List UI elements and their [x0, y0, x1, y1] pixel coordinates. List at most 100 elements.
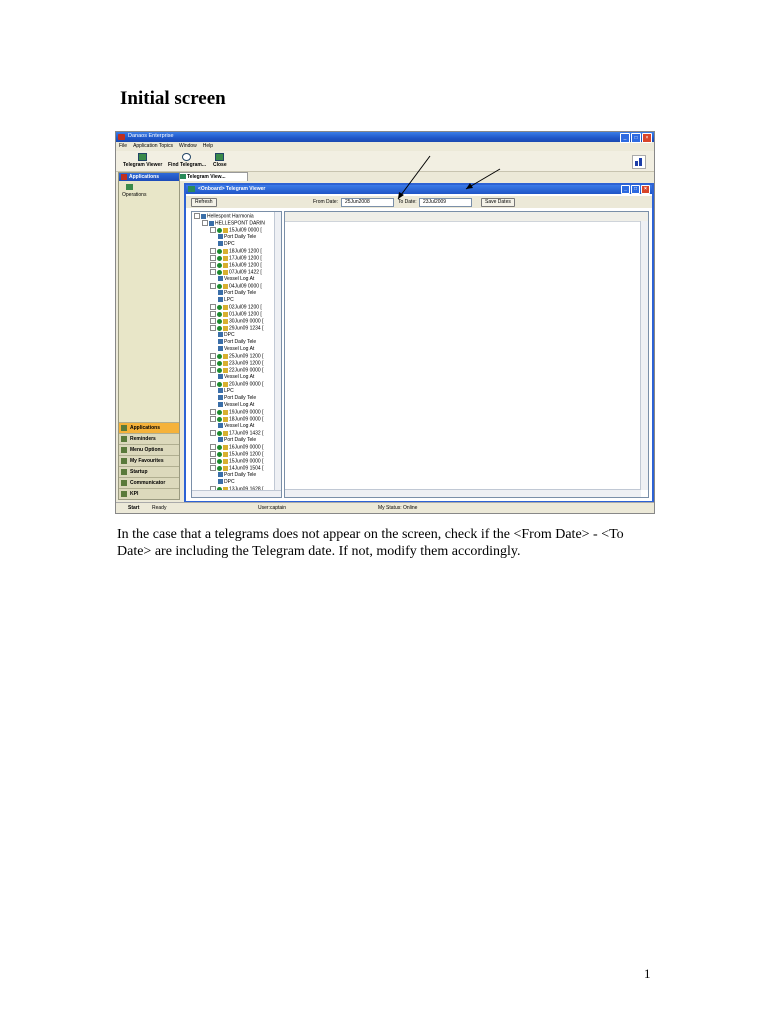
save-dates-button[interactable]: Save Dates — [481, 198, 515, 207]
tree-node[interactable]: Port Daily Tele — [218, 234, 256, 241]
tree-node[interactable]: 18Jul09 1200 [ — [210, 248, 262, 255]
minimize-button[interactable]: _ — [620, 133, 630, 143]
nav-communicator[interactable]: Communicator — [119, 477, 179, 488]
tree-node[interactable]: Port Daily Tele — [218, 290, 256, 297]
telegram-type-icon — [223, 304, 228, 310]
tree-node[interactable]: 15Jun09 1200 [ — [210, 451, 263, 458]
close-button[interactable]: × — [642, 133, 652, 143]
tree-node[interactable]: Vessel Log At — [218, 346, 254, 353]
tree-node[interactable]: Port Daily Tele — [218, 339, 256, 346]
tree-node[interactable]: 14Jun09 1504 [ — [210, 465, 263, 472]
tree-node[interactable]: Port Daily Tele — [218, 472, 256, 479]
expand-toggle-icon[interactable] — [194, 213, 200, 219]
expand-toggle-icon[interactable] — [210, 255, 216, 261]
expand-toggle-icon[interactable] — [210, 227, 216, 233]
viewer-vertical-scrollbar[interactable] — [640, 221, 648, 490]
tree-node[interactable]: Port Daily Tele — [218, 437, 256, 444]
tree-node[interactable]: 16Jun09 0000 [ — [210, 444, 263, 451]
to-date-field[interactable]: 23Jul2009 — [419, 198, 472, 207]
tree-node[interactable]: 16Jul09 1200 [ — [210, 262, 262, 269]
operations-item[interactable]: Operations — [122, 184, 146, 198]
nav-kpi[interactable]: KPI — [119, 488, 179, 499]
check-status-icon — [217, 311, 222, 317]
viewer-close-button[interactable]: × — [641, 185, 650, 194]
tree-node[interactable]: 01Jul09 1200 [ — [210, 311, 262, 318]
tree-node[interactable]: 30Jun09 0000 [ — [210, 318, 263, 325]
nav-my-favourites[interactable]: My Favourites — [119, 455, 179, 466]
expand-toggle-icon[interactable] — [210, 458, 216, 464]
expand-toggle-icon[interactable] — [210, 248, 216, 254]
expand-toggle-icon[interactable] — [210, 451, 216, 457]
tree-node[interactable]: 20Jun09 0000 [ — [210, 381, 263, 388]
from-date-field[interactable]: 25Jun2008 — [341, 198, 394, 207]
expand-toggle-icon[interactable] — [210, 283, 216, 289]
expand-toggle-icon[interactable] — [210, 262, 216, 268]
tree-node[interactable]: 19Jun09 0000 [ — [210, 409, 263, 416]
tree-node[interactable]: 15Jun09 0000 [ — [210, 458, 263, 465]
tree-node[interactable]: DPC — [218, 241, 235, 248]
menu-window[interactable]: Window — [179, 143, 197, 151]
tree-node[interactable]: 29Jun09 1234 [ — [210, 325, 263, 332]
menu-file[interactable]: File — [119, 143, 127, 151]
expand-toggle-icon[interactable] — [210, 416, 216, 422]
expand-toggle-icon[interactable] — [210, 465, 216, 471]
tree-node[interactable]: 02Jul09 1200 [ — [210, 304, 262, 311]
nav-applications[interactable]: Applications — [119, 422, 179, 433]
expand-toggle-icon[interactable] — [202, 220, 208, 226]
find-telegram-button[interactable]: Find Telegram... — [168, 153, 206, 168]
menu-application-topics[interactable]: Application Topics — [133, 143, 173, 151]
tree-node[interactable]: 22Jun09 0000 [ — [210, 367, 263, 374]
tree-node[interactable]: 23Jun09 1200 [ — [210, 360, 263, 367]
nav-reminders[interactable]: Reminders — [119, 433, 179, 444]
tree-node[interactable]: 17Jul09 1200 [ — [210, 255, 262, 262]
expand-toggle-icon[interactable] — [210, 353, 216, 359]
tree-horizontal-scrollbar[interactable] — [192, 490, 281, 497]
tree-node[interactable]: Vessel Log At — [218, 374, 254, 381]
expand-toggle-icon[interactable] — [210, 269, 216, 275]
expand-toggle-icon[interactable] — [210, 325, 216, 331]
start-button[interactable]: Start — [128, 505, 139, 511]
close-tool-button[interactable]: Close — [213, 153, 227, 168]
expand-toggle-icon[interactable] — [210, 318, 216, 324]
tree-node[interactable]: Port Daily Tele — [218, 395, 256, 402]
left-panel-header[interactable]: Applications — [119, 173, 179, 181]
expand-toggle-icon[interactable] — [210, 444, 216, 450]
expand-toggle-icon[interactable] — [210, 430, 216, 436]
tree-node[interactable]: 18Jun09 0000 [ — [210, 416, 263, 423]
menu-help[interactable]: Help — [203, 143, 213, 151]
refresh-button[interactable]: Refresh — [191, 198, 217, 207]
expand-toggle-icon[interactable] — [210, 304, 216, 310]
tree-node[interactable]: DPC — [218, 479, 235, 486]
tree-node[interactable]: 25Jun09 1200 [ — [210, 353, 263, 360]
tree-node-label: Port Daily Tele — [224, 339, 257, 345]
tree-node[interactable]: Vessel Log At — [218, 276, 254, 283]
tree-node[interactable]: DPC — [218, 332, 235, 339]
viewer-minimize-button[interactable]: _ — [621, 185, 630, 194]
expand-toggle-icon[interactable] — [210, 311, 216, 317]
viewer-maximize-button[interactable]: □ — [631, 185, 640, 194]
tree-node[interactable]: LPC — [218, 297, 234, 304]
tree-node[interactable]: LPC — [218, 388, 234, 395]
tree-node[interactable]: 15Jul09 0000 [ — [210, 227, 262, 234]
tab-telegram-viewer[interactable]: Telegram View... — [178, 172, 248, 181]
expand-toggle-icon[interactable] — [210, 360, 216, 366]
telegram-viewer-button[interactable]: Telegram Viewer — [123, 153, 162, 168]
tree-node[interactable]: 04Jul09 0000 [ — [210, 283, 262, 290]
tree-node[interactable]: 07Jul09 1422 [ — [210, 269, 262, 276]
viewer-horizontal-scrollbar[interactable] — [285, 489, 641, 497]
document-icon — [218, 234, 223, 240]
maximize-button[interactable]: □ — [631, 133, 641, 143]
tree-node[interactable]: Vessel Log At — [218, 423, 254, 430]
expand-toggle-icon[interactable] — [210, 381, 216, 387]
telegram-type-icon — [223, 465, 228, 471]
expand-toggle-icon[interactable] — [210, 367, 216, 373]
nav-menu-options[interactable]: Menu Options — [119, 444, 179, 455]
tree-node[interactable]: Vessel Log At — [218, 402, 254, 409]
tree-node[interactable]: 17Jun09 1432 [ — [210, 430, 263, 437]
tree-vertical-scrollbar[interactable] — [274, 212, 281, 497]
expand-toggle-icon[interactable] — [210, 409, 216, 415]
telegram-tree[interactable]: 13Jun09 1628 [DPCPort Daily Tele14Jun09 … — [191, 211, 282, 498]
tree-node[interactable]: HELLESPONT DARIN — [202, 220, 265, 227]
nav-startup[interactable]: Startup — [119, 466, 179, 477]
tree-node[interactable]: Hellespont Harmonia — [194, 213, 254, 220]
